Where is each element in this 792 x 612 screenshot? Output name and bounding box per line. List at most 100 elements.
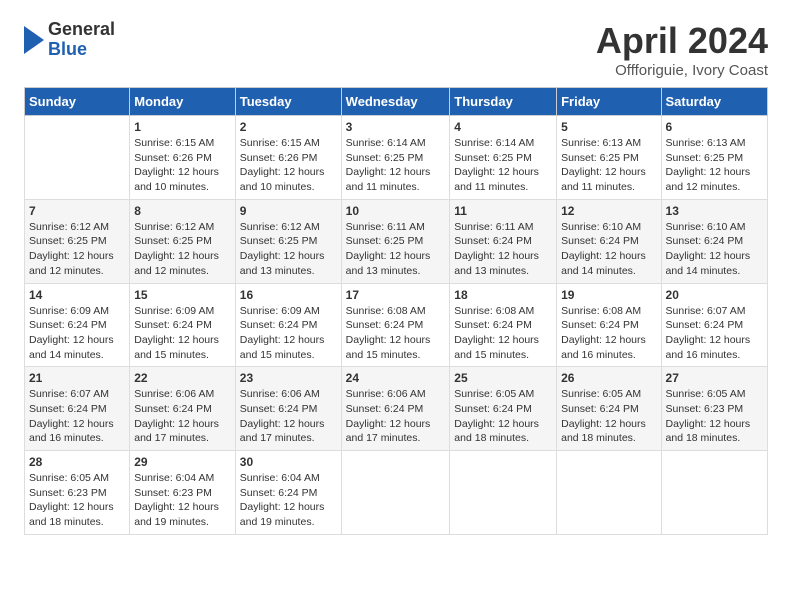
cell-line: and 13 minutes. — [454, 264, 552, 279]
cell-line: Daylight: 12 hours — [240, 165, 337, 180]
cell-line: Sunset: 6:24 PM — [29, 402, 125, 417]
calendar-cell: 10 Sunrise: 6:11 AMSunset: 6:25 PMDayligh… — [341, 199, 450, 283]
cell-line: Sunrise: 6:15 AM — [134, 136, 231, 151]
cell-line: Daylight: 12 hours — [29, 333, 125, 348]
calendar-week-1: 1Sunrise: 6:15 AMSunset: 6:26 PMDaylight… — [25, 116, 768, 200]
cell-line: Sunset: 6:26 PM — [134, 151, 231, 166]
cell-line: Daylight: 12 hours — [561, 249, 656, 264]
calendar-cell: 15Sunrise: 6:09 AMSunset: 6:24 PMDayligh… — [130, 283, 236, 367]
cell-line: Sunrise: 6:05 AM — [454, 387, 552, 402]
subtitle: Offforiguie, Ivory Coast — [596, 62, 768, 79]
cell-line: Daylight: 12 hours — [561, 165, 656, 180]
cell-line: Sunset: 6:24 PM — [454, 402, 552, 417]
calendar-week-5: 28Sunrise: 6:05 AMSunset: 6:23 PMDayligh… — [25, 451, 768, 535]
cell-line: Daylight: 12 hours — [134, 249, 231, 264]
cell-line: and 16 minutes. — [29, 431, 125, 446]
cell-line: Sunset: 6:25 PM — [346, 151, 446, 166]
cell-line: and 12 minutes. — [666, 180, 763, 195]
calendar-header: SundayMondayTuesdayWednesdayThursdayFrid… — [25, 88, 768, 116]
cell-line: Sunset: 6:24 PM — [240, 486, 337, 501]
cell-content: Sunrise: 6:12 AMSunset: 6:25 PMDaylight:… — [29, 220, 125, 279]
cell-line: Sunrise: 6:08 AM — [346, 304, 446, 319]
calendar-table: SundayMondayTuesdayWednesdayThursdayFrid… — [24, 87, 768, 535]
day-number: 29 — [134, 455, 231, 469]
calendar-cell: 26Sunrise: 6:05 AMSunset: 6:24 PMDayligh… — [557, 367, 661, 451]
calendar-cell: 29Sunrise: 6:04 AMSunset: 6:23 PMDayligh… — [130, 451, 236, 535]
logo-text: General Blue — [48, 20, 115, 60]
cell-line: Sunrise: 6:08 AM — [454, 304, 552, 319]
cell-content: Sunrise: 6:13 AMSunset: 6:25 PMDaylight:… — [561, 136, 656, 195]
cell-content: Sunrise: 6:13 AMSunset: 6:25 PMDaylight:… — [666, 136, 763, 195]
title-block: April 2024 Offforiguie, Ivory Coast — [596, 20, 768, 79]
calendar-week-2: 7Sunrise: 6:12 AMSunset: 6:25 PMDaylight… — [25, 199, 768, 283]
day-number: 8 — [134, 204, 231, 218]
header-cell-thursday: Thursday — [450, 88, 557, 116]
cell-content: Sunrise: 6:12 AMSunset: 6:25 PMDaylight:… — [134, 220, 231, 279]
day-number: 9 — [240, 204, 337, 218]
cell-content: Sunrise: 6:12 AMSunset: 6:25 PMDaylight:… — [240, 220, 337, 279]
calendar-cell — [661, 451, 767, 535]
cell-line: and 14 minutes. — [666, 264, 763, 279]
cell-line: Sunrise: 6:12 AM — [240, 220, 337, 235]
day-number: 16 — [240, 288, 337, 302]
cell-line: Sunrise: 6:10 AM — [666, 220, 763, 235]
calendar-cell: 14Sunrise: 6:09 AMSunset: 6:24 PMDayligh… — [25, 283, 130, 367]
cell-line: Sunset: 6:24 PM — [346, 318, 446, 333]
cell-content: Sunrise: 6:11 AMSunset: 6:24 PMDaylight:… — [454, 220, 552, 279]
cell-line: Sunrise: 6:07 AM — [29, 387, 125, 402]
cell-content: Sunrise: 6:15 AMSunset: 6:26 PMDaylight:… — [240, 136, 337, 195]
calendar-cell: 6Sunrise: 6:13 AMSunset: 6:25 PMDaylight… — [661, 116, 767, 200]
day-number: 12 — [561, 204, 656, 218]
calendar-cell: 22Sunrise: 6:06 AMSunset: 6:24 PMDayligh… — [130, 367, 236, 451]
day-number: 21 — [29, 371, 125, 385]
cell-line: Sunrise: 6:05 AM — [666, 387, 763, 402]
cell-line: and 10 minutes. — [240, 180, 337, 195]
cell-content: Sunrise: 6:07 AMSunset: 6:24 PMDaylight:… — [666, 304, 763, 363]
calendar-cell: 16Sunrise: 6:09 AMSunset: 6:24 PMDayligh… — [235, 283, 341, 367]
calendar-cell: 30Sunrise: 6:04 AMSunset: 6:24 PMDayligh… — [235, 451, 341, 535]
cell-line: and 17 minutes. — [240, 431, 337, 446]
cell-content: Sunrise: 6:05 AMSunset: 6:23 PMDaylight:… — [29, 471, 125, 530]
day-number: 11 — [454, 204, 552, 218]
cell-content: Sunrise: 6:15 AMSunset: 6:26 PMDaylight:… — [134, 136, 231, 195]
cell-line: Daylight: 12 hours — [29, 249, 125, 264]
calendar-cell: 3Sunrise: 6:14 AMSunset: 6:25 PMDaylight… — [341, 116, 450, 200]
calendar-cell: 5Sunrise: 6:13 AMSunset: 6:25 PMDaylight… — [557, 116, 661, 200]
cell-line: and 15 minutes. — [240, 348, 337, 363]
calendar-cell: 25Sunrise: 6:05 AMSunset: 6:24 PMDayligh… — [450, 367, 557, 451]
cell-line: Sunset: 6:24 PM — [240, 318, 337, 333]
cell-line: Sunrise: 6:09 AM — [29, 304, 125, 319]
cell-line: and 19 minutes. — [240, 515, 337, 530]
header-cell-monday: Monday — [130, 88, 236, 116]
cell-line: Daylight: 12 hours — [454, 249, 552, 264]
day-number: 17 — [346, 288, 446, 302]
cell-line: Sunset: 6:25 PM — [29, 234, 125, 249]
day-number: 10 — [346, 204, 446, 218]
cell-line: Sunrise: 6:13 AM — [666, 136, 763, 151]
calendar-week-3: 14Sunrise: 6:09 AMSunset: 6:24 PMDayligh… — [25, 283, 768, 367]
calendar-cell: 27Sunrise: 6:05 AMSunset: 6:23 PMDayligh… — [661, 367, 767, 451]
cell-line: Sunset: 6:24 PM — [561, 402, 656, 417]
cell-line: Daylight: 12 hours — [666, 249, 763, 264]
cell-line: Sunrise: 6:05 AM — [561, 387, 656, 402]
cell-line: Daylight: 12 hours — [346, 165, 446, 180]
cell-line: Sunrise: 6:04 AM — [240, 471, 337, 486]
cell-line: Daylight: 12 hours — [134, 500, 231, 515]
cell-line: and 12 minutes. — [134, 264, 231, 279]
day-number: 22 — [134, 371, 231, 385]
cell-content: Sunrise: 6:11 AMSunset: 6:25 PMDaylight:… — [346, 220, 446, 279]
cell-line: Sunset: 6:24 PM — [134, 402, 231, 417]
day-number: 30 — [240, 455, 337, 469]
calendar-cell: 21Sunrise: 6:07 AMSunset: 6:24 PMDayligh… — [25, 367, 130, 451]
cell-line: Sunset: 6:23 PM — [134, 486, 231, 501]
calendar-cell: 8 Sunrise: 6:12 AMSunset: 6:25 PMDaylight… — [130, 199, 236, 283]
cell-line: Sunrise: 6:07 AM — [666, 304, 763, 319]
cell-line: Sunrise: 6:14 AM — [346, 136, 446, 151]
logo-blue: Blue — [48, 40, 115, 60]
cell-line: Daylight: 12 hours — [454, 417, 552, 432]
cell-line: Daylight: 12 hours — [666, 333, 763, 348]
cell-line: Daylight: 12 hours — [454, 165, 552, 180]
page-header: General Blue April 2024 Offforiguie, Ivo… — [24, 20, 768, 79]
cell-line: Daylight: 12 hours — [561, 333, 656, 348]
cell-line: Sunrise: 6:06 AM — [346, 387, 446, 402]
